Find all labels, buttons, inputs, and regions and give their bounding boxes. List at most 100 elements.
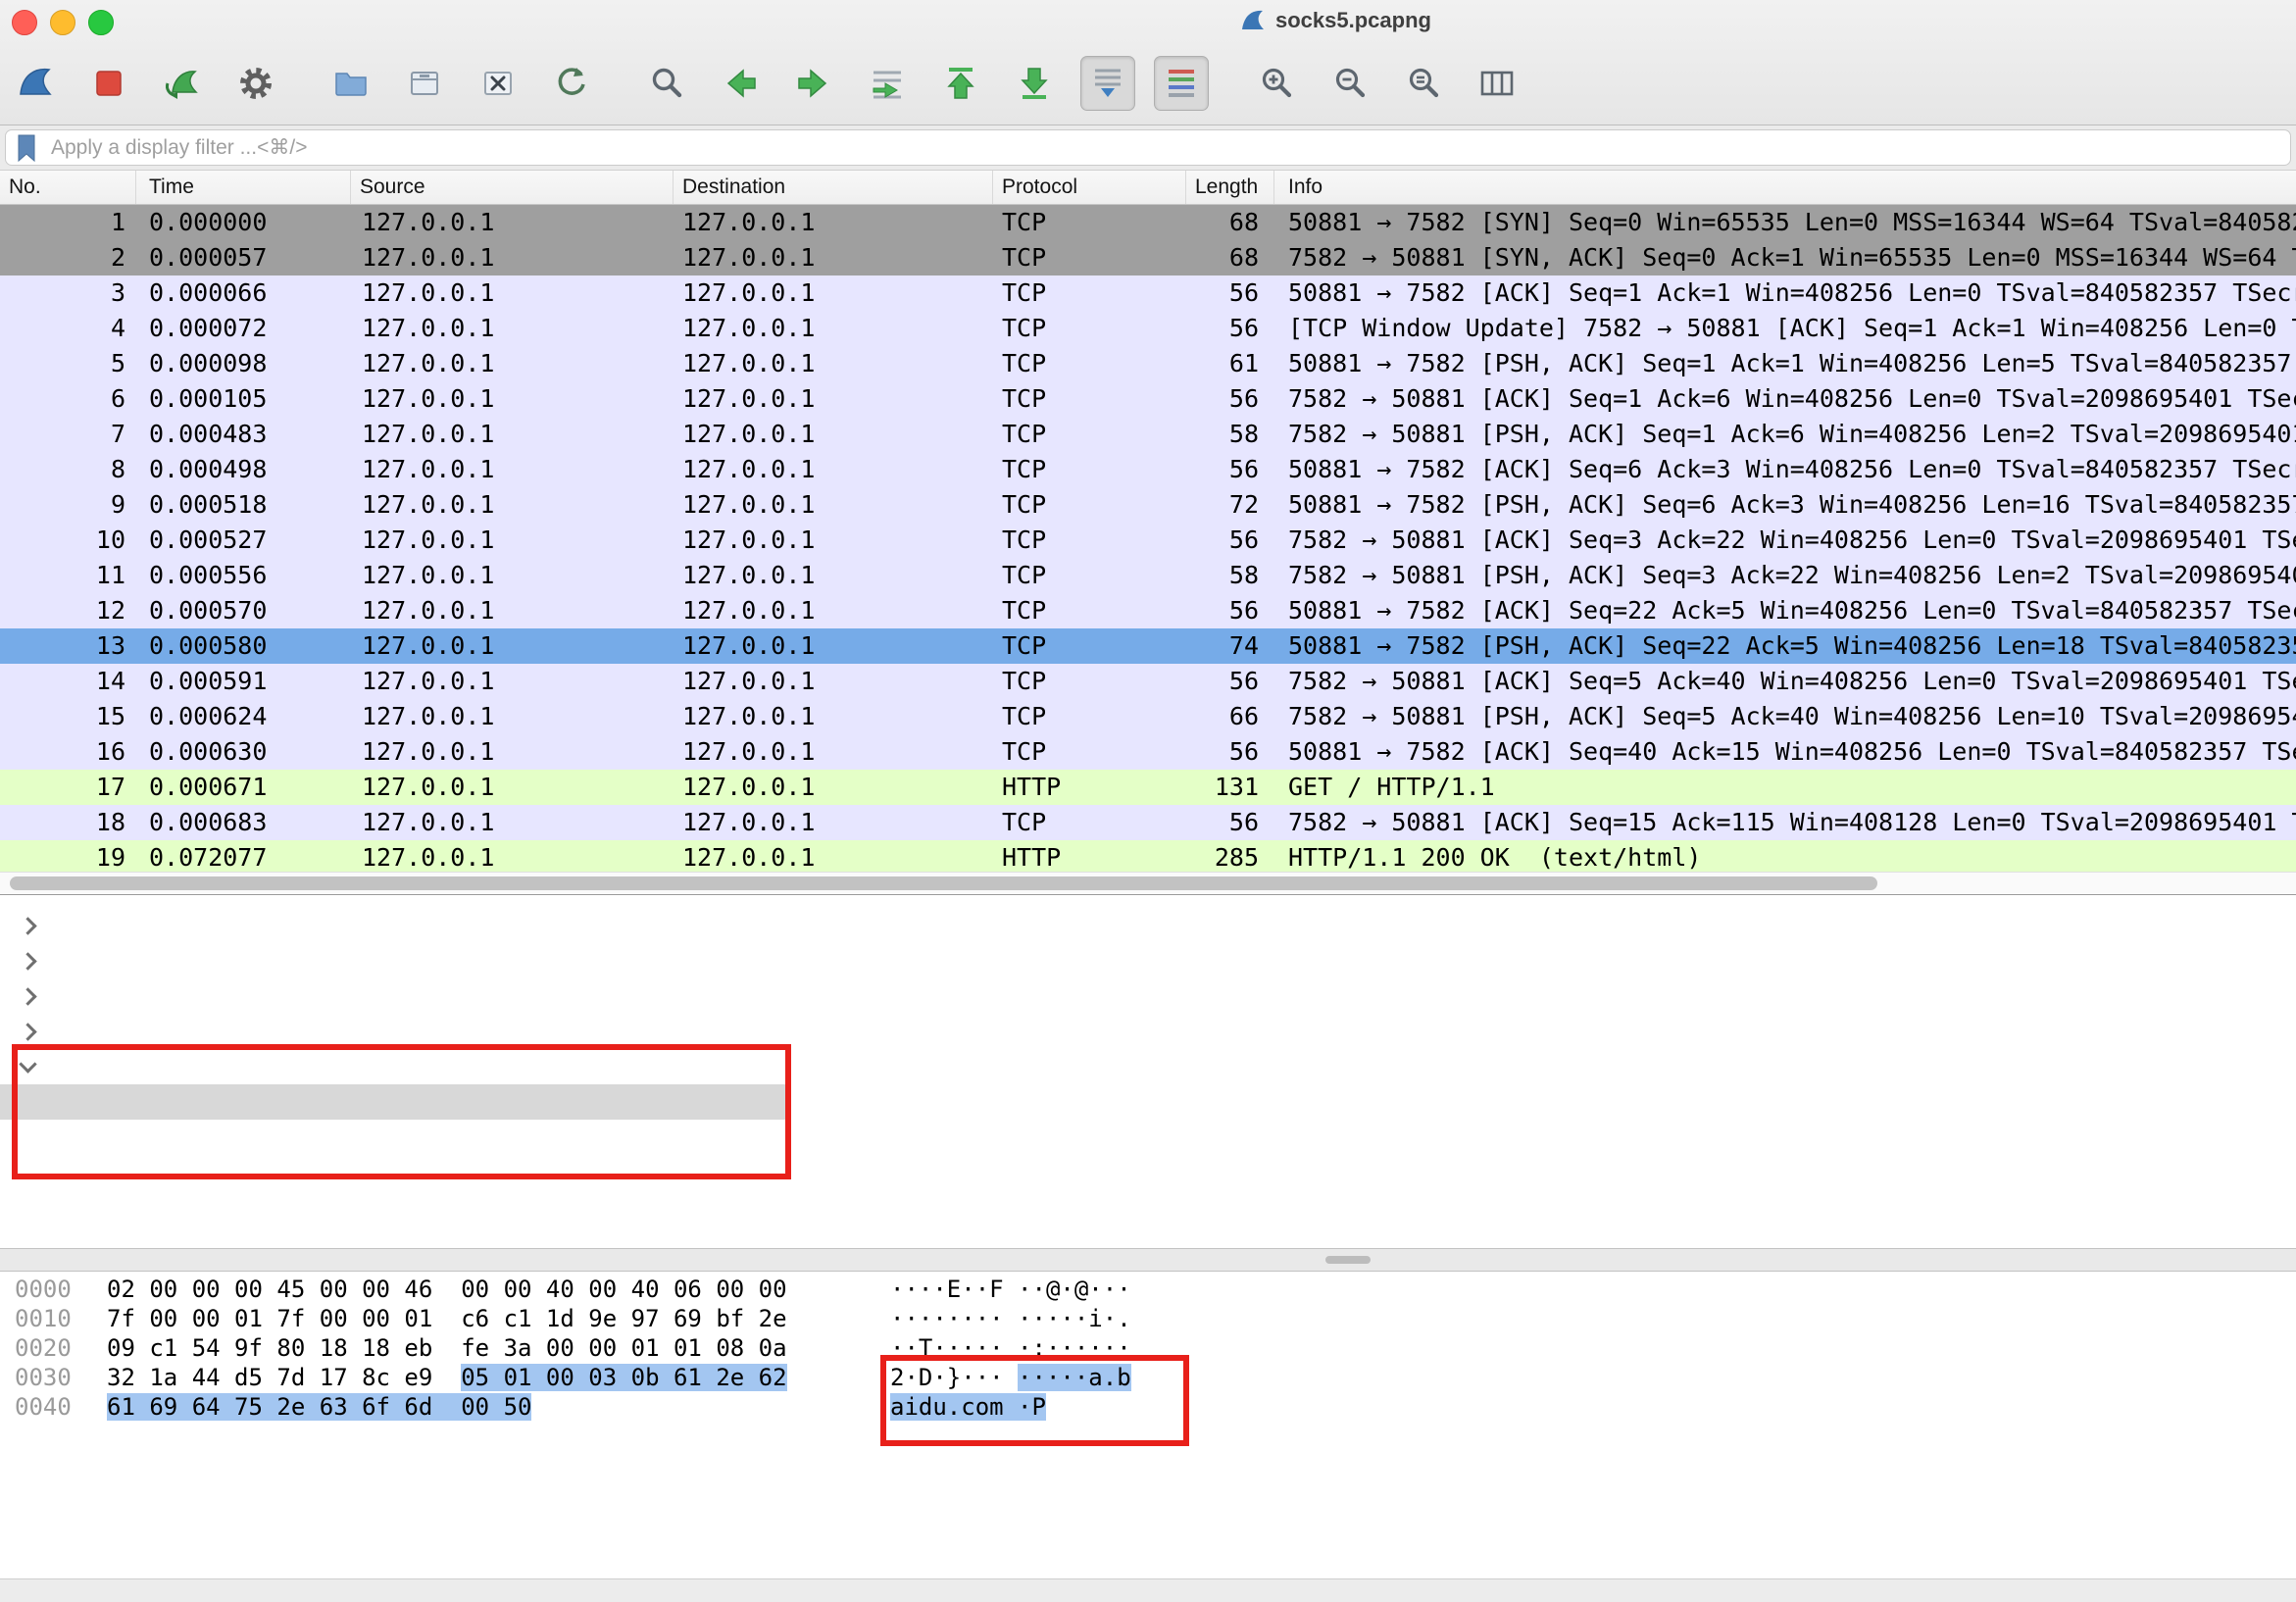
gear-icon [234, 62, 277, 105]
cell-source: 127.0.0.1 [351, 452, 674, 487]
go-forward-button[interactable] [786, 56, 841, 111]
column-header-no[interactable]: No. [0, 171, 136, 204]
cell-no: 8 [0, 452, 136, 487]
window-close-button[interactable] [12, 10, 37, 35]
packet-row[interactable]: 4 0.000072 127.0.0.1 127.0.0.1 TCP 56 [T… [0, 311, 2296, 346]
splitter-grip[interactable] [1325, 1256, 1371, 1264]
resize-columns-button[interactable] [1470, 56, 1524, 111]
packet-row[interactable]: 19 0.072077 127.0.0.1 127.0.0.1 HTTP 285… [0, 840, 2296, 872]
hex-ascii-plain: ········ ·····i·. [890, 1305, 1131, 1332]
go-back-button[interactable] [713, 56, 768, 111]
cell-info: 50881 → 7582 [ACK] Seq=22 Ack=5 Win=4082… [1274, 593, 2296, 628]
hex-row[interactable]: 0010 7f 00 00 01 7f 00 00 01 c6 c1 1d 9e… [0, 1304, 2296, 1333]
window-zoom-button[interactable] [88, 10, 114, 35]
cell-time: 0.000066 [136, 275, 351, 311]
hex-bytes-plain: 09 c1 54 9f 80 18 18 eb fe 3a 00 00 01 0… [107, 1334, 787, 1362]
packet-row[interactable]: 17 0.000671 127.0.0.1 127.0.0.1 HTTP 131… [0, 770, 2296, 805]
hex-bytes: 32 1a 44 d5 7d 17 8c e9 05 01 00 03 0b 6… [107, 1363, 890, 1392]
detail-row[interactable]: Null/Loopback [0, 943, 2296, 978]
packet-row[interactable]: 9 0.000518 127.0.0.1 127.0.0.1 TCP 72 50… [0, 487, 2296, 523]
main-toolbar [8, 47, 1543, 120]
disclosure-chevron-icon[interactable] [19, 1023, 36, 1040]
disclosure-chevron-icon[interactable] [19, 987, 36, 1005]
reload-file-button[interactable] [544, 56, 599, 111]
detail-row[interactable]: [Length: 18] [0, 1120, 2296, 1155]
detail-row[interactable]: Data: 050100030b612e62616964752e636f6d00… [0, 1084, 2296, 1120]
column-header-length[interactable]: Length [1186, 171, 1274, 204]
hex-row[interactable]: 0020 09 c1 54 9f 80 18 18 eb fe 3a 00 00… [0, 1333, 2296, 1363]
packet-row[interactable]: 6 0.000105 127.0.0.1 127.0.0.1 TCP 56 75… [0, 381, 2296, 417]
detail-row[interactable]: Data (18 bytes) [0, 1049, 2296, 1084]
go-last-packet-button[interactable] [1007, 56, 1062, 111]
open-file-button[interactable] [324, 56, 378, 111]
packet-row[interactable]: 16 0.000630 127.0.0.1 127.0.0.1 TCP 56 5… [0, 734, 2296, 770]
packet-row[interactable]: 14 0.000591 127.0.0.1 127.0.0.1 TCP 56 7… [0, 664, 2296, 699]
cell-destination: 127.0.0.1 [674, 346, 993, 381]
zoom-out-button[interactable] [1323, 56, 1377, 111]
disclosure-chevron-icon[interactable] [19, 1055, 36, 1073]
column-header-source[interactable]: Source [351, 171, 674, 204]
cell-info: 7582 → 50881 [PSH, ACK] Seq=3 Ack=22 Win… [1274, 558, 2296, 593]
cell-no: 5 [0, 346, 136, 381]
display-filter-input[interactable] [49, 135, 2278, 161]
packet-row[interactable]: 1 0.000000 127.0.0.1 127.0.0.1 TCP 68 50… [0, 205, 2296, 240]
auto-scroll-toggle-button[interactable] [1080, 56, 1135, 111]
column-header-time[interactable]: Time [136, 171, 351, 204]
start-capture-button[interactable] [8, 56, 63, 111]
column-header-info[interactable]: Info [1274, 171, 2296, 204]
cell-info: 7582 → 50881 [ACK] Seq=1 Ack=6 Win=40825… [1274, 381, 2296, 417]
packet-row[interactable]: 7 0.000483 127.0.0.1 127.0.0.1 TCP 58 75… [0, 417, 2296, 452]
packet-row[interactable]: 13 0.000580 127.0.0.1 127.0.0.1 TCP 74 5… [0, 628, 2296, 664]
scrollbar-thumb[interactable] [10, 876, 1877, 890]
colorize-toggle-button[interactable] [1154, 56, 1209, 111]
packet-row[interactable]: 5 0.000098 127.0.0.1 127.0.0.1 TCP 61 50… [0, 346, 2296, 381]
arrow-right-icon [792, 62, 835, 105]
cell-time: 0.000105 [136, 381, 351, 417]
packet-row[interactable]: 2 0.000057 127.0.0.1 127.0.0.1 TCP 68 75… [0, 240, 2296, 275]
hex-row[interactable]: 0030 32 1a 44 d5 7d 17 8c e9 05 01 00 03… [0, 1363, 2296, 1392]
hex-row[interactable]: 0000 02 00 00 00 45 00 00 46 00 00 40 00… [0, 1275, 2296, 1304]
restart-capture-button[interactable] [155, 56, 210, 111]
window-minimize-button[interactable] [50, 10, 75, 35]
cell-destination: 127.0.0.1 [674, 523, 993, 558]
detail-row[interactable]: Frame 13: 74 bytes on wire (592 bits), 7… [0, 908, 2296, 943]
go-to-packet-button[interactable] [860, 56, 915, 111]
zoom-in-button[interactable] [1249, 56, 1304, 111]
packet-details-pane: Frame 13: 74 bytes on wire (592 bits), 7… [0, 894, 2296, 1248]
detail-row[interactable]: Transmission Control Protocol, Src Port:… [0, 1014, 2296, 1049]
filter-bookmark-icon[interactable] [16, 133, 37, 163]
packet-row[interactable]: 18 0.000683 127.0.0.1 127.0.0.1 TCP 56 7… [0, 805, 2296, 840]
detail-row[interactable]: Internet Protocol Version 4, Src: 127.0.… [0, 978, 2296, 1014]
save-file-button[interactable] [397, 56, 452, 111]
cell-time: 0.000671 [136, 770, 351, 805]
cell-source: 127.0.0.1 [351, 734, 674, 770]
find-packet-button[interactable] [639, 56, 694, 111]
packet-row[interactable]: 3 0.000066 127.0.0.1 127.0.0.1 TCP 56 50… [0, 275, 2296, 311]
cell-destination: 127.0.0.1 [674, 699, 993, 734]
cell-length: 56 [1186, 452, 1274, 487]
horizontal-scrollbar[interactable] [0, 872, 2296, 894]
column-header-protocol[interactable]: Protocol [993, 171, 1186, 204]
packet-row[interactable]: 12 0.000570 127.0.0.1 127.0.0.1 TCP 56 5… [0, 593, 2296, 628]
cell-protocol: TCP [993, 417, 1186, 452]
packet-row[interactable]: 8 0.000498 127.0.0.1 127.0.0.1 TCP 56 50… [0, 452, 2296, 487]
go-first-packet-button[interactable] [933, 56, 988, 111]
disclosure-chevron-icon[interactable] [19, 917, 36, 934]
packet-row[interactable]: 10 0.000527 127.0.0.1 127.0.0.1 TCP 56 7… [0, 523, 2296, 558]
packet-row[interactable]: 11 0.000556 127.0.0.1 127.0.0.1 TCP 58 7… [0, 558, 2296, 593]
column-header-destination[interactable]: Destination [674, 171, 993, 204]
cell-info: 7582 → 50881 [PSH, ACK] Seq=1 Ack=6 Win=… [1274, 417, 2296, 452]
folder-icon [329, 62, 373, 105]
capture-options-button[interactable] [228, 56, 283, 111]
zoom-original-button[interactable] [1396, 56, 1451, 111]
cell-source: 127.0.0.1 [351, 346, 674, 381]
close-file-button[interactable] [471, 56, 525, 111]
stop-capture-button[interactable] [81, 56, 136, 111]
pane-splitter[interactable] [0, 1248, 2296, 1272]
packet-row[interactable]: 15 0.000624 127.0.0.1 127.0.0.1 TCP 66 7… [0, 699, 2296, 734]
disclosure-chevron-icon[interactable] [19, 952, 36, 970]
display-filter-field[interactable] [5, 129, 2291, 166]
hex-row[interactable]: 0040 61 69 64 75 2e 63 6f 6d 00 50 aidu.… [0, 1392, 2296, 1422]
cell-time: 0.000630 [136, 734, 351, 770]
cell-no: 16 [0, 734, 136, 770]
